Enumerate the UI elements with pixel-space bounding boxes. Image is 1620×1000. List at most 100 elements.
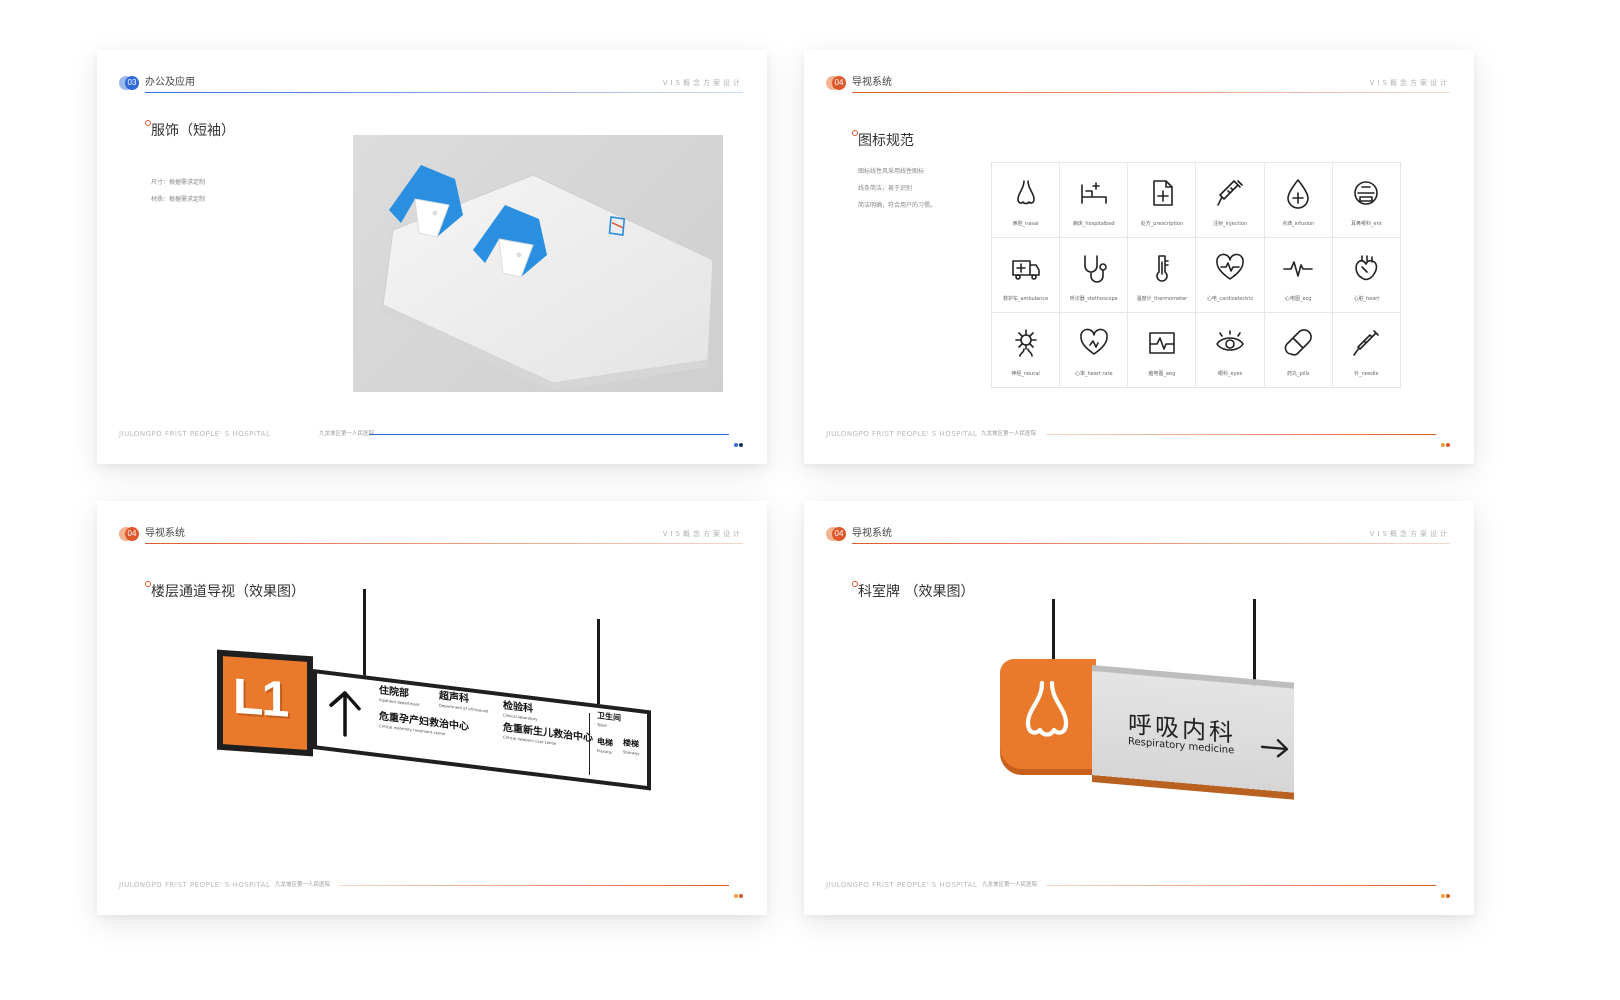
- hospital-bed-icon: [1080, 182, 1107, 204]
- icon-label: 神经_neural: [1011, 371, 1040, 377]
- nose-icon: [1018, 679, 1076, 745]
- icon-label: 鼻腔_nasal: [1012, 221, 1039, 227]
- stethoscope-icon: [1083, 255, 1107, 283]
- icon-label: 处方_prescription: [1140, 221, 1184, 227]
- arrow-right-icon: [1260, 736, 1290, 761]
- facility-item: 楼梯 Stairway: [623, 738, 640, 757]
- footer-divider: [1046, 434, 1436, 435]
- header-subtitle: VIS概念方案设计: [1369, 530, 1450, 538]
- arrow-up-icon: [325, 682, 365, 743]
- note-line: 尺寸：根据需求定制: [151, 179, 206, 186]
- section-title: 服饰（短袖）: [145, 120, 235, 139]
- note-line: 材质：根据需求定制: [151, 196, 206, 203]
- facility-item: 卫生间 Toilet: [597, 710, 621, 729]
- icon-cell: 点滴_infusion: [1264, 163, 1333, 238]
- slide-footer: JIULONGPO FRIST PEOPLE' S HOSPITAL 九龙坡区第…: [826, 879, 1450, 898]
- slide-header: 03 办公及应用 VIS概念方案设计: [119, 76, 743, 94]
- sign-text-panel: 呼吸内科 Respiratory medicine: [1092, 665, 1294, 793]
- eye-icon: [1216, 330, 1244, 351]
- icon-label: 救护车_ambulance: [1002, 296, 1049, 302]
- icon-label: 针_needle: [1354, 371, 1379, 377]
- header-title: 导视系统: [145, 528, 185, 539]
- icon-cell: 病床_hospitalbed: [1060, 163, 1129, 238]
- icon-cell: 处方_prescription: [1128, 163, 1197, 238]
- footer-hospital-en: JIULONGPO FRIST PEOPLE' S HOSPITAL: [119, 881, 271, 889]
- slide-footer: JIULONGPO FRIST PEOPLE' S HOSPITAL 九龙坡区第…: [119, 428, 743, 447]
- slide-header: 04 导视系统 VIS概念方案设计: [826, 76, 1450, 94]
- footer-hospital-cn: 九龙坡区第一人民医院: [319, 431, 375, 437]
- icon-label: 温度计_thermometer: [1136, 296, 1188, 302]
- slide-department-sign: 04 导视系统 VIS概念方案设计 科室牌 （效果图） 呼吸内科 Respira…: [804, 501, 1474, 915]
- icon-label: 注射_injection: [1213, 221, 1247, 227]
- section-badge: 04: [826, 76, 846, 90]
- wayfinding-panel: 住院部 Inpatient department 超声科 Department of…: [313, 669, 651, 791]
- eeg-icon: [1149, 332, 1175, 354]
- footer-dots: [733, 883, 743, 898]
- footer-hospital-en: JIULONGPO FRIST PEOPLE' S HOSPITAL: [119, 430, 271, 438]
- icon-label: 眼科_eyes: [1217, 371, 1243, 377]
- header-title: 导视系统: [852, 77, 892, 88]
- slide-header: 04 导视系统 VIS概念方案设计: [119, 527, 743, 545]
- destination-item: 检验科 Clinical laboratory: [503, 700, 538, 722]
- icon-label: 脑电图_eeg: [1148, 371, 1176, 377]
- icon-label: 心脏_heart: [1353, 296, 1380, 302]
- note-line: 简洁明确，符合用户的习惯。: [858, 202, 937, 209]
- footer-dots: [733, 432, 743, 447]
- header-divider: [852, 543, 1450, 544]
- facility-item: 电梯 Elevator: [597, 736, 613, 755]
- department-sign: 呼吸内科 Respiratory medicine: [1000, 659, 1296, 793]
- footer-hospital-cn: 九龙坡区第一人民医院: [275, 882, 331, 888]
- ecg-icon: [1283, 261, 1314, 277]
- icon-cell: 药丸_pills: [1264, 313, 1333, 388]
- needle-icon: [1353, 330, 1380, 356]
- icon-cell: 心脏_heart: [1332, 238, 1401, 313]
- section-title: 楼层通道导视（效果图）: [145, 581, 305, 600]
- header-divider: [145, 543, 743, 544]
- section-badge: 04: [119, 527, 139, 541]
- hanging-pole: [1052, 599, 1055, 663]
- footer-hospital-en: JIULONGPO FRIST PEOPLE' S HOSPITAL: [826, 430, 978, 438]
- polo-shirt-photo: [353, 135, 723, 392]
- icon-cell: 脑电图_eeg: [1128, 313, 1197, 388]
- slide-apparel: 03 办公及应用 VIS概念方案设计 服饰（短袖） 尺寸：根据需求定制 材质：根…: [97, 50, 767, 464]
- icon-label: 心电图_ecg: [1284, 296, 1312, 302]
- thermometer-icon: [1156, 255, 1169, 282]
- icon-cell: 听诊器_stethoscope: [1060, 238, 1129, 313]
- footer-dots: [1440, 883, 1450, 898]
- hanging-pole: [363, 589, 366, 681]
- footer-divider: [1046, 885, 1436, 886]
- footer-hospital-cn: 九龙坡区第一人民医院: [982, 882, 1038, 888]
- icon-label: 病床_hospitalbed: [1072, 221, 1115, 227]
- icon-label: 心电_cardioelectric: [1206, 296, 1254, 302]
- icon-cell: 鼻腔_nasal: [992, 163, 1061, 238]
- polo-shirt-illustration: [381, 165, 714, 391]
- icon-label: 药丸_pills: [1287, 371, 1310, 377]
- footer-hospital-cn: 九龙坡区第一人民医院: [981, 431, 1037, 437]
- section-badge: 04: [826, 527, 846, 541]
- header-divider: [145, 92, 743, 93]
- section-title: 图标规范: [852, 130, 914, 149]
- slide-icon-standard: 04 导视系统 VIS概念方案设计 图标规范 图标线性风采用线性图标 线条简洁，…: [804, 50, 1474, 464]
- floor-number: L1: [233, 667, 288, 728]
- destination-item: 危重孕产妇救治中心 Critical maternity treatment ce…: [379, 711, 469, 737]
- icon-label: 耳鼻喉科_ent: [1351, 221, 1382, 227]
- nose-icon: [1016, 180, 1035, 205]
- slide-header: 04 导视系统 VIS概念方案设计: [826, 527, 1450, 545]
- destination-item: 危重新生儿救治中心 Critical newborn care center: [503, 722, 593, 746]
- heart-organ-icon: [1355, 255, 1378, 281]
- icon-cell: 心电图_ecg: [1264, 238, 1333, 313]
- ambulance-icon: [1011, 260, 1040, 280]
- prescription-icon: [1153, 180, 1173, 206]
- icon-cell: 注射_injection: [1196, 163, 1265, 238]
- neural-icon: [1014, 329, 1037, 357]
- icon-grid: 鼻腔_nasal 病床_hospitalbed 处方_prescription …: [991, 162, 1401, 388]
- note-line: 线条简洁，易于识别: [858, 185, 913, 192]
- icon-label: 听诊器_stethoscope: [1069, 296, 1118, 302]
- header-subtitle: VIS概念方案设计: [662, 79, 743, 87]
- section-badge: 03: [119, 76, 139, 90]
- sign-icon-panel: [1000, 659, 1096, 769]
- section-title: 科室牌 （效果图）: [851, 581, 975, 600]
- syringe-icon: [1217, 180, 1243, 206]
- floor-number-box: L1: [217, 649, 313, 757]
- slide-floor-sign: 04 导视系统 VIS概念方案设计 楼层通道导视（效果图） L1 住院部 Inpa…: [97, 501, 767, 915]
